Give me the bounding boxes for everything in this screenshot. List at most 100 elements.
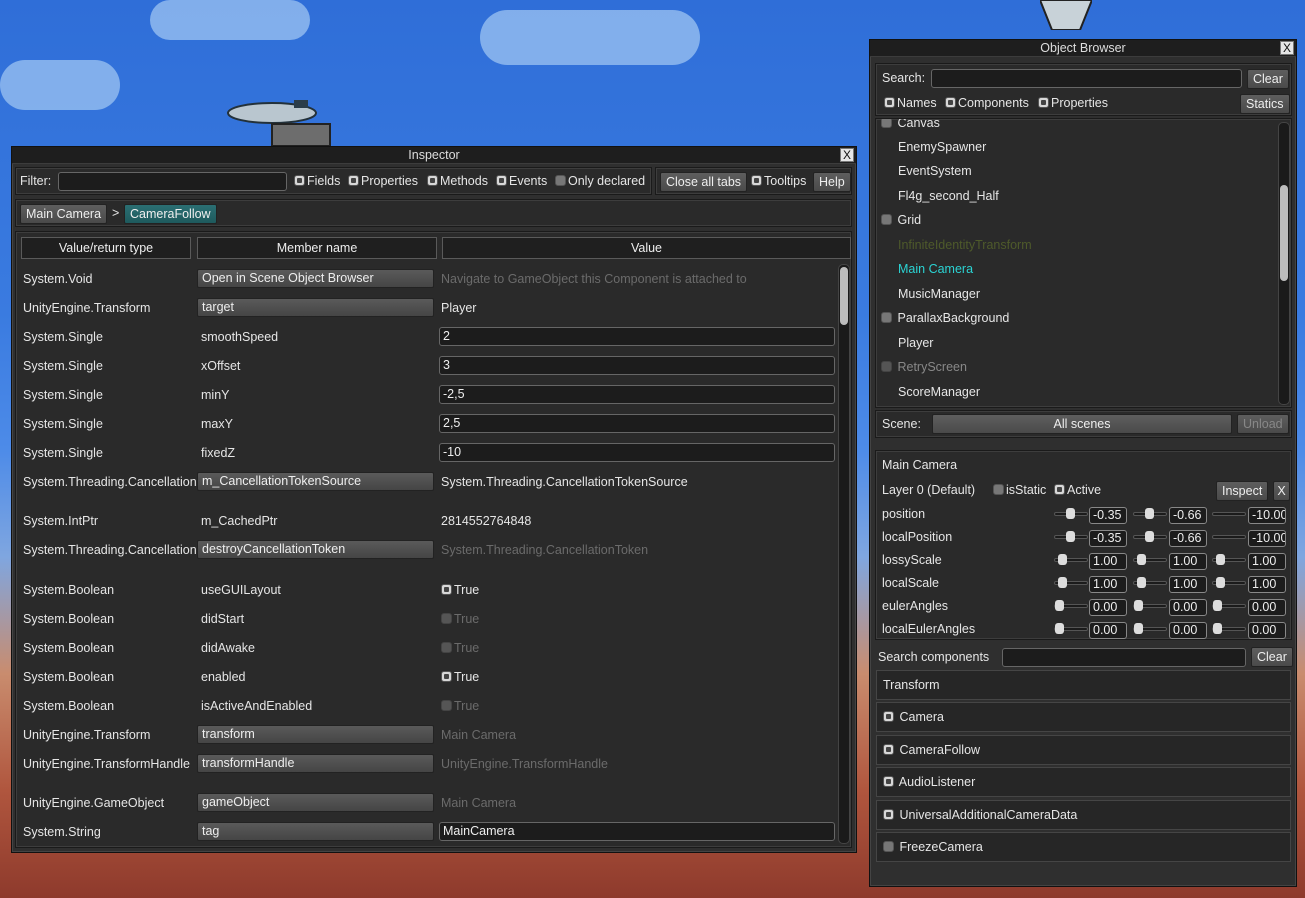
- freeze-camera-enabled-checkbox[interactable]: [883, 841, 894, 852]
- vector-x[interactable]: 1.00: [1089, 576, 1127, 593]
- list-item[interactable]: EventSystem: [898, 164, 972, 178]
- slider-y[interactable]: [1133, 554, 1167, 565]
- toggle-only-declared[interactable]: Only declared: [555, 174, 645, 188]
- vector-x[interactable]: 0.00: [1089, 599, 1127, 616]
- vector-y[interactable]: 1.00: [1169, 576, 1207, 593]
- slider-y[interactable]: [1133, 577, 1167, 588]
- camera-follow-enabled-checkbox[interactable]: [883, 744, 894, 755]
- inspector-close-button[interactable]: X: [840, 148, 854, 162]
- search-components-input[interactable]: [1002, 648, 1246, 667]
- slider-knob[interactable]: [1137, 577, 1146, 588]
- vector-z[interactable]: 1.00: [1248, 576, 1286, 593]
- inspector-titlebar[interactable]: Inspector X: [12, 147, 856, 164]
- is-static-checkbox[interactable]: [993, 484, 1004, 495]
- help-button[interactable]: Help: [813, 172, 851, 192]
- slider-x[interactable]: [1054, 554, 1088, 565]
- active-checkbox[interactable]: [1054, 484, 1065, 495]
- vector-x[interactable]: -0.35: [1089, 507, 1127, 524]
- value-input-miny[interactable]: -2,5: [439, 385, 835, 404]
- vector-x[interactable]: 1.00: [1089, 553, 1127, 570]
- tooltips-checkbox[interactable]: [751, 175, 762, 186]
- properties-checkbox[interactable]: [348, 175, 359, 186]
- slider-x[interactable]: [1054, 508, 1088, 519]
- object-list-scrollbar[interactable]: [1278, 122, 1290, 405]
- slider-x[interactable]: [1054, 623, 1088, 634]
- close-all-tabs-button[interactable]: Close all tabs: [660, 172, 748, 192]
- vector-z[interactable]: 0.00: [1248, 622, 1286, 639]
- expand-toggle[interactable]: [881, 214, 892, 225]
- slider-y[interactable]: [1133, 508, 1167, 519]
- slider-z[interactable]: [1212, 577, 1246, 588]
- slider-z[interactable]: [1212, 535, 1246, 539]
- slider-knob[interactable]: [1216, 554, 1225, 565]
- slider-y[interactable]: [1133, 531, 1167, 542]
- names-checkbox[interactable]: [884, 97, 895, 108]
- component-universal-additional-camera-data[interactable]: UniversalAdditionalCameraData: [876, 800, 1291, 830]
- value-input-maxy[interactable]: 2,5: [439, 414, 835, 433]
- list-item[interactable]: Grid: [881, 213, 921, 227]
- slider-knob[interactable]: [1066, 531, 1075, 542]
- filter-components[interactable]: Components: [945, 96, 1029, 110]
- audio-listener-enabled-checkbox[interactable]: [883, 776, 894, 787]
- toggle-properties[interactable]: Properties: [348, 174, 418, 188]
- filter-input[interactable]: [58, 172, 287, 191]
- only-declared-checkbox[interactable]: [555, 175, 566, 186]
- slider-knob[interactable]: [1055, 623, 1064, 634]
- slider-knob[interactable]: [1216, 577, 1225, 588]
- browser-search-input[interactable]: [931, 69, 1242, 88]
- checkbox[interactable]: [441, 671, 452, 682]
- events-checkbox[interactable]: [496, 175, 507, 186]
- slider-knob[interactable]: [1213, 623, 1222, 634]
- component-camera-follow[interactable]: CameraFollow: [876, 735, 1291, 765]
- toggle-is-static[interactable]: isStatic: [993, 483, 1046, 497]
- fields-checkbox[interactable]: [294, 175, 305, 186]
- list-item[interactable]: ScoreManager: [898, 385, 980, 399]
- list-item[interactable]: MusicManager: [898, 287, 980, 301]
- expand-toggle[interactable]: [881, 312, 892, 323]
- list-item[interactable]: Player: [898, 336, 933, 350]
- expand-toggle[interactable]: [881, 119, 892, 128]
- list-item-selected[interactable]: Main Camera: [898, 262, 973, 276]
- browser-titlebar[interactable]: Object Browser X: [870, 40, 1296, 57]
- member-button-gameobject[interactable]: gameObject: [197, 793, 434, 812]
- components-checkbox[interactable]: [945, 97, 956, 108]
- members-scrollbar-thumb[interactable]: [840, 267, 848, 325]
- member-button-cancellation-token-source[interactable]: m_CancellationTokenSource: [197, 472, 434, 491]
- filter-properties[interactable]: Properties: [1038, 96, 1108, 110]
- vector-y[interactable]: -0.66: [1169, 507, 1207, 524]
- component-freeze-camera[interactable]: FreezeCamera: [876, 832, 1291, 862]
- components-clear-button[interactable]: Clear: [1251, 647, 1293, 667]
- slider-z[interactable]: [1212, 554, 1246, 565]
- member-button-destroy-cancellation-token[interactable]: destroyCancellationToken: [197, 540, 434, 559]
- inspect-button[interactable]: Inspect: [1216, 481, 1269, 501]
- member-button-target[interactable]: target: [197, 298, 434, 317]
- vector-x[interactable]: -0.35: [1089, 530, 1127, 547]
- slider-knob[interactable]: [1058, 554, 1067, 565]
- slider-y[interactable]: [1133, 623, 1167, 634]
- slider-knob[interactable]: [1213, 600, 1222, 611]
- vector-z[interactable]: 0.00: [1248, 599, 1286, 616]
- vector-y[interactable]: 1.00: [1169, 553, 1207, 570]
- slider-knob[interactable]: [1134, 600, 1143, 611]
- camera-enabled-checkbox[interactable]: [883, 711, 894, 722]
- object-list-scrollbar-thumb[interactable]: [1280, 185, 1288, 281]
- member-button-transform-handle[interactable]: transformHandle: [197, 754, 434, 773]
- camera-data-enabled-checkbox[interactable]: [883, 809, 894, 820]
- slider-z[interactable]: [1212, 600, 1246, 611]
- list-item[interactable]: Fl4g_second_Half: [898, 189, 999, 203]
- slider-knob[interactable]: [1145, 508, 1154, 519]
- breadcrumb-main-camera[interactable]: Main Camera: [20, 204, 108, 224]
- toggle-methods[interactable]: Methods: [427, 174, 488, 188]
- list-item[interactable]: RetryScreen: [881, 360, 967, 374]
- value-input-fixedz[interactable]: -10: [439, 443, 835, 462]
- slider-x[interactable]: [1054, 531, 1088, 542]
- vector-y[interactable]: -0.66: [1169, 530, 1207, 547]
- slider-knob[interactable]: [1066, 508, 1075, 519]
- expand-toggle[interactable]: [881, 361, 892, 372]
- vector-z[interactable]: -10.00: [1248, 530, 1286, 547]
- slider-knob[interactable]: [1145, 531, 1154, 542]
- toggle-fields[interactable]: Fields: [294, 174, 340, 188]
- vector-y[interactable]: 0.00: [1169, 622, 1207, 639]
- slider-x[interactable]: [1054, 577, 1088, 588]
- scene-dropdown[interactable]: All scenes: [932, 414, 1232, 434]
